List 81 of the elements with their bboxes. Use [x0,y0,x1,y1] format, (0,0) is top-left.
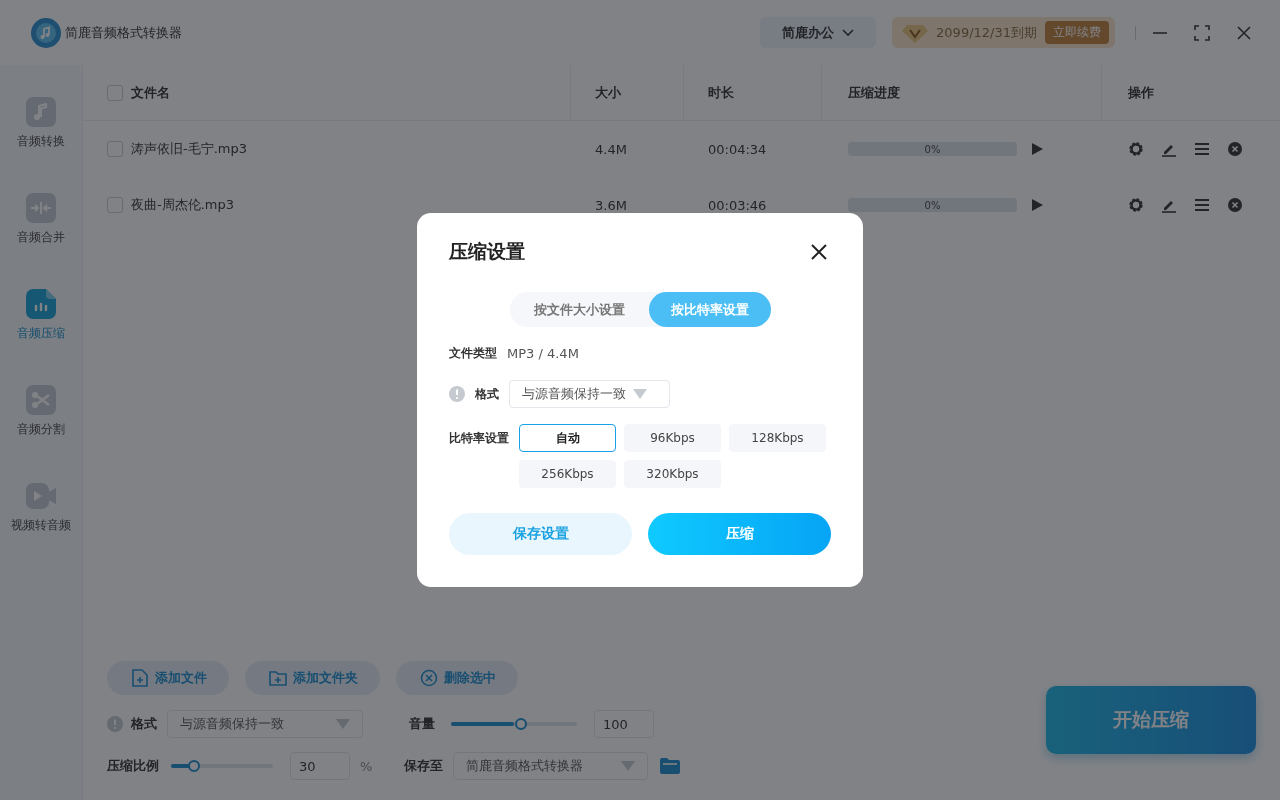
file-name: 夜曲-周杰伦.mp3 [131,196,234,214]
column-header: 文件名 [131,83,170,102]
bitrate-option[interactable]: 256Kbps [519,460,616,488]
remove-icon[interactable] [1227,197,1243,213]
settings-icon[interactable] [1128,197,1144,213]
video-camera-icon [26,481,56,511]
dropdown-triangle-icon [621,761,636,771]
column-header: 压缩进度 [848,83,900,102]
volume-field[interactable]: 100 [594,710,654,738]
sidebar-item[interactable]: 音频压缩 [17,289,65,342]
dropdown-triangle-icon [336,719,350,729]
info-icon [107,716,123,732]
format-dropdown[interactable]: 与源音频保持一致 [509,380,670,408]
sidebar-item[interactable]: 音频转换 [17,97,65,150]
tab[interactable]: 按比特率设置 [648,292,771,327]
dialog-title: 压缩设置 [449,239,525,264]
remove-icon[interactable] [1227,141,1243,157]
ratio-field[interactable]: 30 [290,752,350,780]
checkbox[interactable] [107,141,123,157]
close-icon[interactable] [811,244,827,260]
dropdown-triangle-icon [633,389,647,399]
app-title: 简鹿音频格式转换器 [65,23,182,42]
play-icon[interactable] [1031,143,1043,155]
expiry-date: 2099/12/31到期 [936,23,1037,42]
progress-bar: 0% [848,142,1017,156]
chevron-down-icon [842,28,855,37]
file-duration: 00:04:34 [708,141,767,157]
save-folder-dropdown[interactable]: 简鹿音频格式转换器 [453,752,649,780]
renew-button[interactable]: 立即续费 [1045,21,1109,44]
percent-unit: % [360,758,373,774]
music-note-icon [26,97,56,127]
folder-icon[interactable] [660,758,681,774]
sidebar-item[interactable]: 音频合并 [17,193,65,246]
volume-label: 音量 [409,715,435,733]
compress-button[interactable]: 压缩 [648,513,831,555]
logo-icon [31,17,61,48]
add-folder-icon [269,669,287,687]
bitrate-option[interactable]: 320Kbps [624,460,721,488]
slider-handle[interactable] [188,760,201,772]
column-header: 大小 [595,83,621,102]
diamond-icon [902,22,929,43]
add-file-icon [131,669,149,687]
bitrate-option[interactable]: 96Kbps [624,424,721,452]
info-icon [449,386,465,402]
file-name: 涛声依旧-毛宁.mp3 [131,140,247,158]
save-settings-button[interactable]: 保存设置 [449,513,632,555]
file-type-label: 文件类型 [449,345,497,362]
file-size: 3.6M [595,197,627,213]
bitrate-option[interactable]: 自动 [519,424,616,452]
scissors-icon [26,385,56,415]
sidebar-item[interactable]: 视频转音频 [11,481,71,534]
format-label: 格式 [475,385,499,403]
bitrate-option[interactable]: 128Kbps [729,424,826,452]
ratio-label: 压缩比例 [107,757,159,775]
format-label: 格式 [131,715,157,733]
progress-bar: 0% [848,198,1017,212]
toolbar-button[interactable]: 添加文件夹 [245,661,380,695]
list-icon[interactable] [1194,141,1210,157]
checkbox[interactable] [107,84,123,101]
sidebar-item[interactable]: 音频分割 [17,385,65,438]
settings-icon[interactable] [1128,141,1144,157]
merge-arrows-icon [26,193,56,223]
column-header: 时长 [708,83,734,102]
list-icon[interactable] [1194,197,1210,213]
delete-circle-icon [420,669,438,687]
file-duration: 00:03:46 [708,197,767,213]
tab[interactable]: 按文件大小设置 [509,292,649,327]
toolbar-button[interactable]: 删除选中 [396,661,518,695]
play-icon[interactable] [1031,199,1043,211]
audio-file-icon [26,289,56,319]
account-dropdown[interactable]: 简鹿办公 [760,17,877,48]
file-size: 4.4M [595,141,627,157]
fullscreen-icon[interactable] [1194,24,1210,41]
start-button[interactable]: 开始压缩 [1046,686,1256,754]
toolbar-button[interactable]: 添加文件 [107,661,229,695]
checkbox[interactable] [107,197,123,213]
save-label: 保存至 [404,757,444,775]
bitrate-label: 比特率设置 [449,430,509,447]
file-type-value: MP3 / 4.4M [507,346,579,361]
slider-handle[interactable] [515,718,527,730]
column-header: 操作 [1128,83,1154,102]
